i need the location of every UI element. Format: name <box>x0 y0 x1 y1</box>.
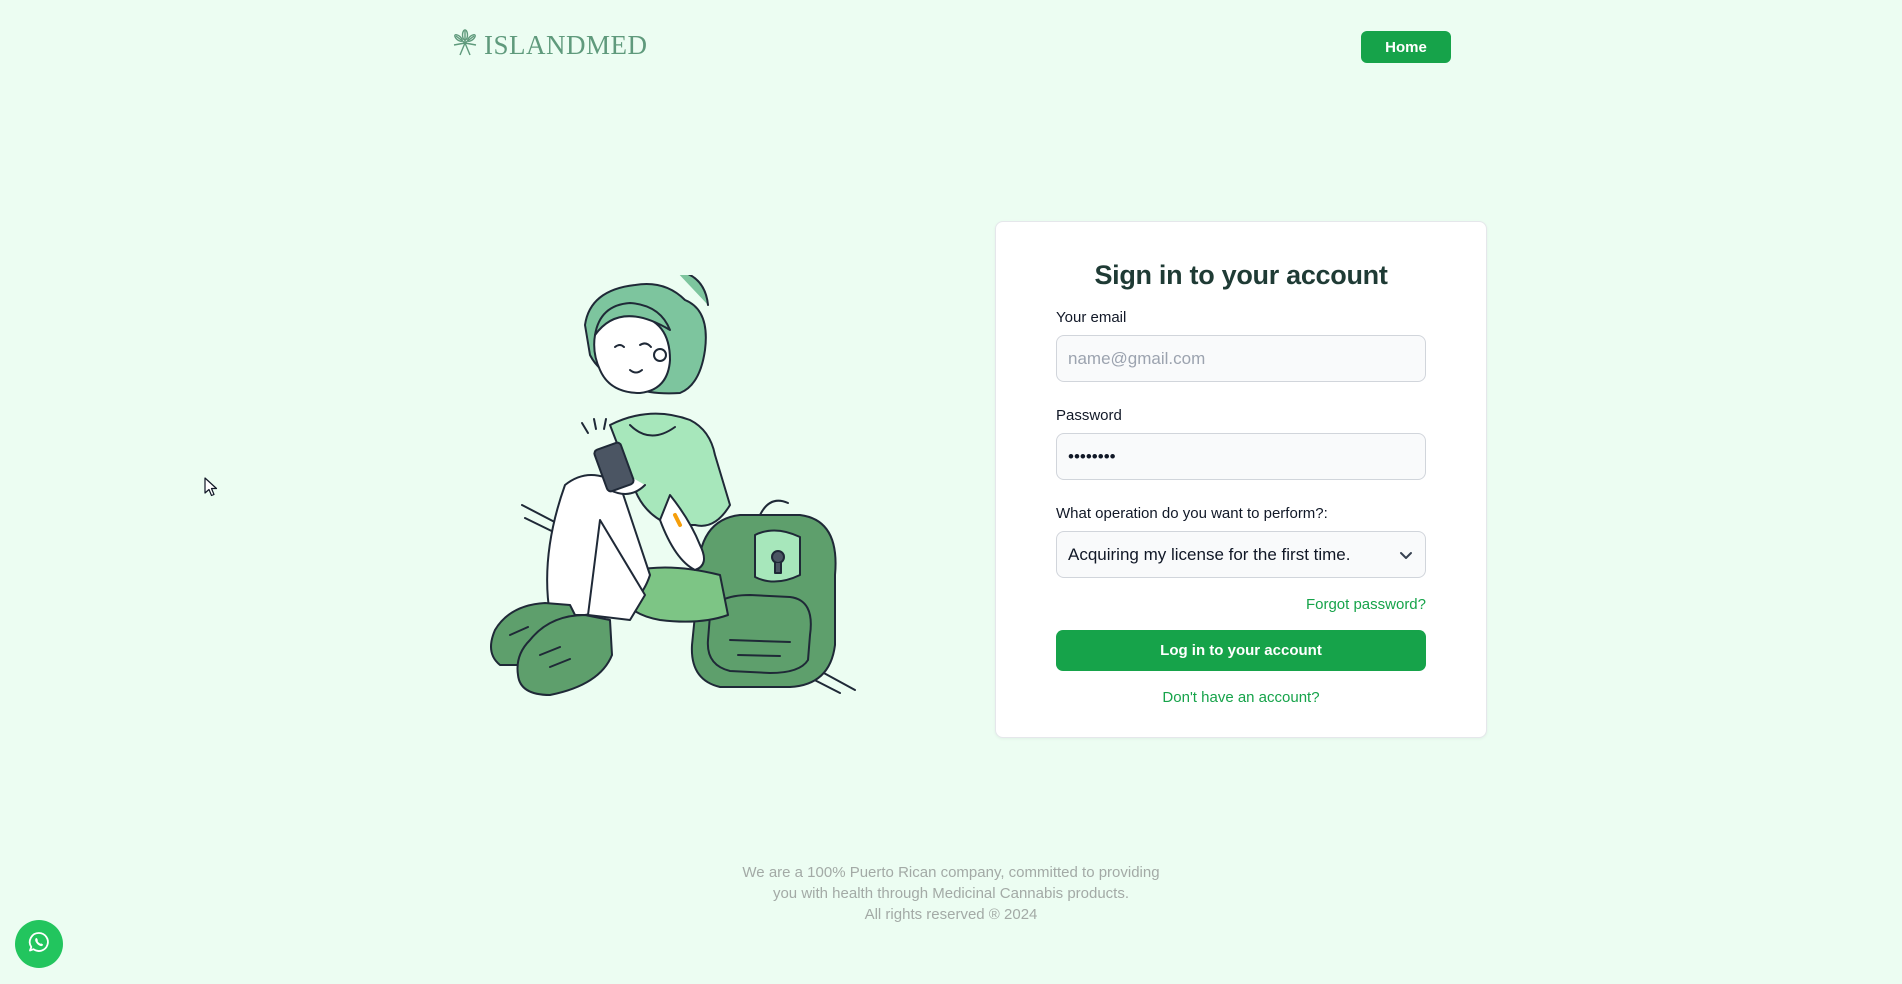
forgot-password-link[interactable]: Forgot password? <box>1306 596 1426 613</box>
person-on-phone-illustration <box>470 269 860 700</box>
footer: We are a 100% Puerto Rican company, comm… <box>0 862 1902 925</box>
operation-select[interactable]: Acquiring my license for the first time. <box>1056 531 1426 578</box>
login-button[interactable]: Log in to your account <box>1056 630 1426 671</box>
footer-line-2: you with health through Medicinal Cannab… <box>772 885 1130 902</box>
whatsapp-button[interactable] <box>15 920 63 968</box>
login-title: Sign in to your account <box>1094 260 1388 290</box>
page: ISLANDMED Home Sign in to your account Y… <box>0 0 1902 984</box>
mouse-cursor-icon <box>204 477 218 502</box>
email-field[interactable] <box>1056 335 1426 382</box>
logo[interactable]: ISLANDMED <box>450 28 648 63</box>
logo-text: ISLANDMED <box>484 30 648 60</box>
footer-line-3: All rights reserved ® 2024 <box>864 906 1038 923</box>
password-label: Password <box>1056 407 1122 424</box>
signup-link[interactable]: Don't have an account? <box>1162 689 1319 706</box>
operation-label: What operation do you want to perform?: <box>1056 505 1328 522</box>
operation-select-value[interactable]: Acquiring my license for the first time. <box>1056 531 1426 578</box>
cannabis-leaf-icon <box>450 28 480 63</box>
whatsapp-icon <box>27 930 51 959</box>
password-field[interactable] <box>1056 433 1426 480</box>
email-label: Your email <box>1056 309 1127 326</box>
footer-line-1: We are a 100% Puerto Rican company, comm… <box>742 864 1160 881</box>
chevron-down-icon <box>1398 547 1414 568</box>
login-card: Sign in to your account Your email Passw… <box>995 221 1487 738</box>
home-button[interactable]: Home <box>1361 31 1451 63</box>
